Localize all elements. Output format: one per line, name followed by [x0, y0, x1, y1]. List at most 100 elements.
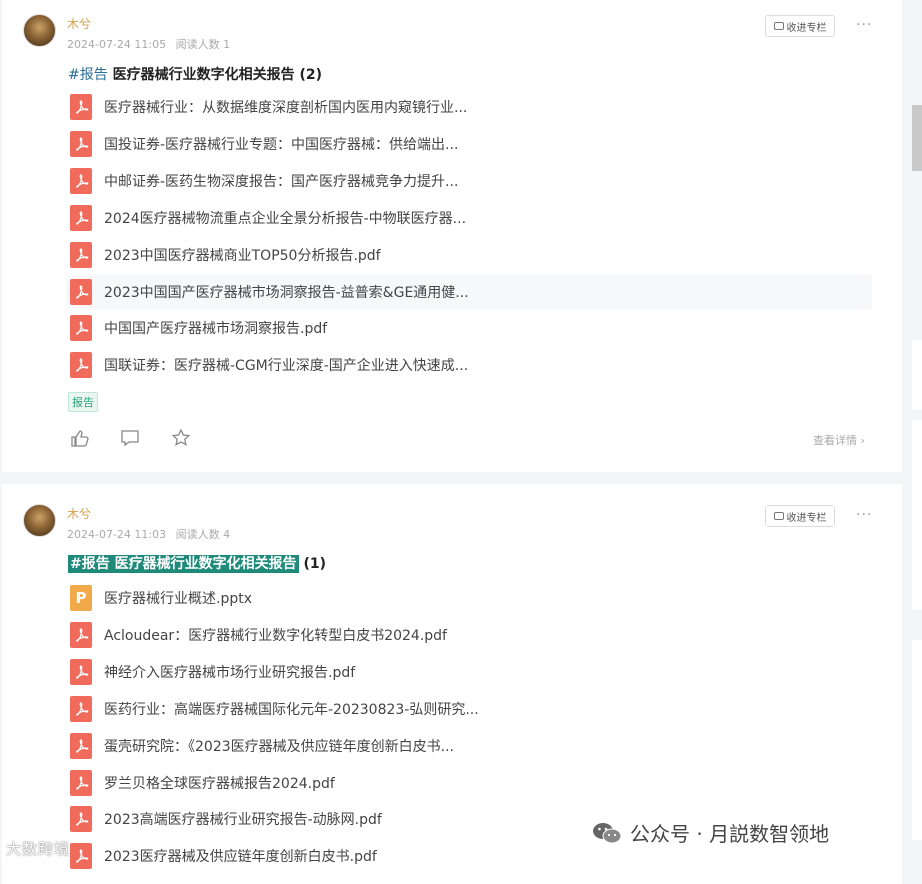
- file-name: 2023医疗器械及供应链年度创新白皮书.pdf: [104, 849, 377, 866]
- ppt-file-icon: P: [70, 585, 92, 611]
- pdf-file-icon: [70, 695, 92, 722]
- side-panel-fragment: [912, 420, 922, 610]
- file-name: 医疗器械行业：从数据维度深度剖析国内医用内窥镜行业...: [104, 100, 468, 116]
- pdf-acrobat-glyph: [76, 738, 89, 753]
- file-name: 国联证券：医疗器械-CGM行业深度-国产企业进入快速成...: [104, 358, 469, 375]
- attachment-file[interactable]: 罗兰贝格全球医疗器械报告2024.pdf: [66, 766, 872, 800]
- corner-watermark: 大数跨境: [6, 840, 71, 858]
- pdf-file-icon: [70, 130, 92, 157]
- attachment-file[interactable]: 2023中国国产医疗器械市场洞察报告-益普索&GE通用健...: [66, 274, 872, 309]
- attachment-file[interactable]: 中邮证券-医药生物深度报告：国产医疗器械竞争力提升...: [66, 164, 872, 198]
- author-name[interactable]: 木兮: [67, 505, 91, 522]
- file-name: 中邮证券-医药生物深度报告：国产医疗器械竞争力提升...: [104, 173, 459, 190]
- attachment-file[interactable]: 国联证券：医疗器械-CGM行业深度-国产企业进入快速成...: [66, 348, 872, 382]
- side-panel-fragment: [912, 340, 922, 410]
- pdf-file-icon: [70, 167, 92, 194]
- pdf-acrobat-glyph: [76, 775, 89, 790]
- selected-title-highlight: #报告 医疗器械行业数字化相关报告: [68, 555, 299, 573]
- side-panel-fragment: [912, 640, 922, 840]
- chevron-right-icon: ›: [860, 434, 865, 447]
- file-name: 医疗器械行业概述.pptx: [104, 591, 252, 607]
- post-title[interactable]: #报告 医疗器械行业数字化相关报告 (1): [68, 553, 326, 573]
- title-suffix: (1): [303, 556, 327, 572]
- pdf-file-icon: [70, 806, 92, 833]
- pdf-file-icon: [70, 315, 92, 342]
- attachment-file[interactable]: Acloudear：医疗器械行业数字化转型白皮书2024.pdf: [66, 618, 872, 652]
- post-meta: 2024-07-24 11:03 阅读人数 4: [67, 526, 236, 542]
- pdf-acrobat-glyph: [76, 100, 89, 114]
- file-name: 2023中国国产医疗器械市场洞察报告-益普索&GE通用健...: [104, 284, 469, 301]
- attachment-file[interactable]: 国投证券-医疗器械行业专题：中国医疗器械：供给端出...: [66, 127, 872, 161]
- pdf-file-icon: [70, 278, 92, 305]
- pdf-acrobat-glyph: [76, 211, 89, 225]
- pdf-acrobat-glyph: [76, 849, 89, 863]
- more-options-icon[interactable]: ···: [856, 507, 872, 523]
- file-name: Acloudear：医疗器械行业数字化转型白皮书2024.pdf: [104, 627, 447, 644]
- collect-to-column-button[interactable]: 收进专栏: [765, 15, 835, 37]
- post-title[interactable]: #报告 医疗器械行业数字化相关报告 (2): [68, 64, 322, 84]
- pdf-acrobat-glyph: [76, 628, 89, 642]
- favorite-star-icon[interactable]: [171, 428, 191, 448]
- title-suffix: (2): [299, 67, 323, 83]
- file-name: 中国国产医疗器械市场洞察报告.pdf: [104, 321, 328, 338]
- view-details-link[interactable]: 查看详情 ›: [813, 432, 865, 448]
- read-count: 阅读人数 4: [175, 528, 231, 541]
- pdf-file-icon: [70, 843, 92, 870]
- file-name: 神经介入医疗器械市场行业研究报告.pdf: [104, 664, 356, 681]
- topic-tag[interactable]: 报告: [68, 392, 98, 412]
- column-icon: [773, 22, 784, 30]
- file-name: 国投证券-医疗器械行业专题：中国医疗器械：供给端出...: [104, 136, 459, 153]
- pdf-acrobat-glyph: [76, 247, 89, 262]
- file-name: 罗兰贝格全球医疗器械报告2024.pdf: [104, 775, 335, 792]
- pdf-file-icon: [70, 732, 92, 759]
- file-name: 蛋壳研究院：《2023医疗器械及供应链年度创新白皮书...: [104, 738, 454, 755]
- post-card-1: 木兮 2024-07-24 11:05 阅读人数 1 收进专栏 ··· #报告 …: [2, 0, 902, 472]
- attachment-file[interactable]: P 医疗器械行业概述.pptx: [66, 581, 872, 615]
- pdf-acrobat-glyph: [76, 174, 89, 188]
- title-text: 医疗器械行业数字化相关报告: [114, 556, 297, 572]
- wechat-icon: [593, 822, 622, 843]
- comment-icon[interactable]: [120, 428, 140, 448]
- post-meta: 2024-07-24 11:05 阅读人数 1: [67, 36, 236, 52]
- attachment-file[interactable]: 医疗器械行业：从数据维度深度剖析国内医用内窥镜行业...: [66, 90, 872, 124]
- pdf-acrobat-glyph: [76, 321, 89, 335]
- author-avatar[interactable]: [23, 14, 56, 47]
- like-icon[interactable]: [70, 428, 90, 448]
- attachment-file[interactable]: 神经介入医疗器械市场行业研究报告.pdf: [66, 655, 872, 689]
- title-text: 医疗器械行业数字化相关报告: [112, 67, 295, 83]
- collect-to-column-button[interactable]: 收进专栏: [765, 505, 835, 527]
- file-name: 2024医疗器械物流重点企业全景分析报告-中物联医疗器...: [104, 210, 467, 227]
- attachment-file[interactable]: 2024医疗器械物流重点企业全景分析报告-中物联医疗器...: [66, 201, 872, 235]
- file-name: 2023高端医疗器械行业研究报告-动脉网.pdf: [104, 812, 382, 829]
- pdf-acrobat-glyph: [76, 812, 89, 826]
- pdf-acrobat-glyph: [76, 358, 89, 372]
- pdf-file-icon: [70, 204, 92, 231]
- file-name: 医药行业：高端医疗器械国际化元年-20230823-弘则研究...: [104, 701, 479, 718]
- pdf-acrobat-glyph: [76, 665, 89, 679]
- attachment-file[interactable]: 蛋壳研究院：《2023医疗器械及供应链年度创新白皮书...: [66, 729, 872, 763]
- post-date: 2024-07-24 11:03: [67, 528, 167, 541]
- attachment-file[interactable]: 中国国产医疗器械市场洞察报告.pdf: [66, 311, 872, 345]
- pdf-file-icon: [70, 94, 92, 120]
- more-options-icon[interactable]: ···: [856, 17, 872, 33]
- author-name[interactable]: 木兮: [67, 15, 91, 32]
- pdf-file-icon: [70, 352, 92, 379]
- read-count: 阅读人数 1: [175, 38, 231, 51]
- pdf-acrobat-glyph: [76, 284, 89, 299]
- hashtag[interactable]: #报告: [68, 67, 108, 83]
- hashtag[interactable]: #报告: [70, 556, 110, 572]
- pdf-file-icon: [70, 769, 92, 796]
- post-date: 2024-07-24 11:05: [67, 38, 167, 51]
- file-name: 2023中国医疗器械商业TOP50分析报告.pdf: [104, 247, 381, 264]
- attachment-file[interactable]: 医药行业：高端医疗器械国际化元年-20230823-弘则研究...: [66, 692, 872, 726]
- pdf-file-icon: [70, 621, 92, 648]
- pdf-acrobat-glyph: [76, 702, 89, 716]
- watermark: 公众号 · 月説数智领地: [592, 818, 829, 847]
- pdf-file-icon: [70, 658, 92, 685]
- author-avatar[interactable]: [23, 504, 56, 537]
- attachment-file[interactable]: 2023中国医疗器械商业TOP50分析报告.pdf: [66, 238, 872, 272]
- pdf-file-icon: [70, 241, 92, 268]
- pdf-acrobat-glyph: [76, 137, 89, 151]
- column-icon: [773, 512, 784, 520]
- scrollbar-thumb[interactable]: [912, 105, 922, 171]
